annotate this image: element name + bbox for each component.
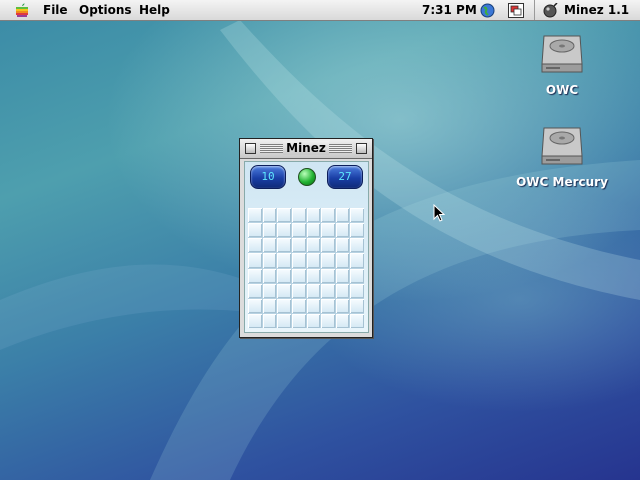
minefield-cell[interactable] <box>306 208 321 223</box>
minefield-cell[interactable] <box>248 223 262 238</box>
minefield-cell[interactable] <box>321 298 335 313</box>
minefield-cell[interactable] <box>321 283 335 298</box>
minefield-cell[interactable] <box>335 283 350 298</box>
minefield-cell[interactable] <box>248 253 262 268</box>
game-panel: 10 27 <box>244 161 369 333</box>
menu-file[interactable]: File <box>43 3 68 17</box>
minefield-cell[interactable] <box>350 253 364 268</box>
minefield-cell[interactable] <box>277 208 291 223</box>
minefield-cell[interactable] <box>350 208 364 223</box>
minefield-cell[interactable] <box>248 313 262 328</box>
minefield-cell[interactable] <box>350 298 364 313</box>
menu-help[interactable]: Help <box>139 3 170 17</box>
minefield-cell[interactable] <box>291 253 306 268</box>
minefield-cell[interactable] <box>277 238 291 253</box>
minefield-cell[interactable] <box>306 268 321 283</box>
close-box-icon[interactable] <box>245 143 256 154</box>
collapse-box-icon[interactable] <box>356 143 367 154</box>
minefield-cell[interactable] <box>306 283 321 298</box>
minefield-cell[interactable] <box>291 208 306 223</box>
minefield-cell[interactable] <box>277 313 291 328</box>
minefield-cell[interactable] <box>291 313 306 328</box>
minefield-cell[interactable] <box>321 208 335 223</box>
control-strip-icon[interactable] <box>508 3 524 18</box>
minefield-cell[interactable] <box>306 298 321 313</box>
minefield-cell[interactable] <box>248 268 262 283</box>
titlebar-stripes <box>260 144 352 153</box>
minefield-cell[interactable] <box>262 238 277 253</box>
minez-window: Minez 10 27 <box>239 138 373 338</box>
minefield-grid[interactable] <box>248 208 364 328</box>
minefield-cell[interactable] <box>291 238 306 253</box>
desktop-icon-label: OWC <box>545 83 579 97</box>
minefield-cell[interactable] <box>321 253 335 268</box>
minefield-cell[interactable] <box>262 208 277 223</box>
minefield-cell[interactable] <box>335 223 350 238</box>
minefield-cell[interactable] <box>262 283 277 298</box>
minefield-cell[interactable] <box>262 253 277 268</box>
minefield-cell[interactable] <box>248 208 262 223</box>
minefield-cell[interactable] <box>262 268 277 283</box>
minefield-cell[interactable] <box>291 223 306 238</box>
minefield-cell[interactable] <box>277 283 291 298</box>
minefield-cell[interactable] <box>350 313 364 328</box>
minefield-cell[interactable] <box>248 283 262 298</box>
hard-disk-icon <box>541 127 583 165</box>
minefield-cell[interactable] <box>321 223 335 238</box>
menu-bar: File Options Help 7:31 PM Minez 1.1 <box>0 0 640 21</box>
minefield-cell[interactable] <box>350 223 364 238</box>
desktop-icon-owc-mercury[interactable]: OWC Mercury <box>512 124 612 190</box>
minefield-cell[interactable] <box>306 313 321 328</box>
minefield-cell[interactable] <box>277 298 291 313</box>
minefield-cell[interactable] <box>306 223 321 238</box>
minefield-cell[interactable] <box>277 223 291 238</box>
minefield-cell[interactable] <box>277 268 291 283</box>
menu-options[interactable]: Options <box>79 3 132 17</box>
green-smiley-button[interactable] <box>298 168 316 186</box>
globe-icon[interactable] <box>480 3 495 18</box>
minefield-cell[interactable] <box>335 313 350 328</box>
minefield-cell[interactable] <box>262 313 277 328</box>
minefield-cell[interactable] <box>335 268 350 283</box>
minefield-cell[interactable] <box>335 208 350 223</box>
application-menu[interactable]: Minez 1.1 <box>564 3 629 17</box>
window-titlebar[interactable]: Minez <box>240 139 372 159</box>
minefield-cell[interactable] <box>306 253 321 268</box>
menubar-divider <box>534 0 535 20</box>
hard-disk-icon <box>541 35 583 73</box>
minefield-cell[interactable] <box>291 268 306 283</box>
minefield-cell[interactable] <box>350 283 364 298</box>
minefield-cell[interactable] <box>306 238 321 253</box>
desktop-icon-label: OWC Mercury <box>516 175 608 189</box>
apple-icon[interactable] <box>14 2 30 18</box>
minefield-cell[interactable] <box>262 298 277 313</box>
desktop-icon-owc[interactable]: OWC <box>512 32 612 98</box>
minefield-cell[interactable] <box>291 283 306 298</box>
mouse-pointer-icon <box>433 204 445 222</box>
minefield-cell[interactable] <box>350 268 364 283</box>
minefield-cell[interactable] <box>321 268 335 283</box>
mines-counter: 10 <box>250 165 286 189</box>
minefield-cell[interactable] <box>335 298 350 313</box>
minefield-cell[interactable] <box>291 298 306 313</box>
minefield-cell[interactable] <box>321 238 335 253</box>
minefield-cell[interactable] <box>321 313 335 328</box>
minefield-cell[interactable] <box>262 223 277 238</box>
minefield-cell[interactable] <box>350 238 364 253</box>
minez-app-icon[interactable] <box>543 3 558 18</box>
minefield-cell[interactable] <box>335 253 350 268</box>
menu-clock[interactable]: 7:31 PM <box>422 3 477 17</box>
minefield-cell[interactable] <box>248 298 262 313</box>
minefield-cell[interactable] <box>277 253 291 268</box>
minefield-cell[interactable] <box>335 238 350 253</box>
minefield-cell[interactable] <box>248 238 262 253</box>
timer-display: 27 <box>327 165 363 189</box>
